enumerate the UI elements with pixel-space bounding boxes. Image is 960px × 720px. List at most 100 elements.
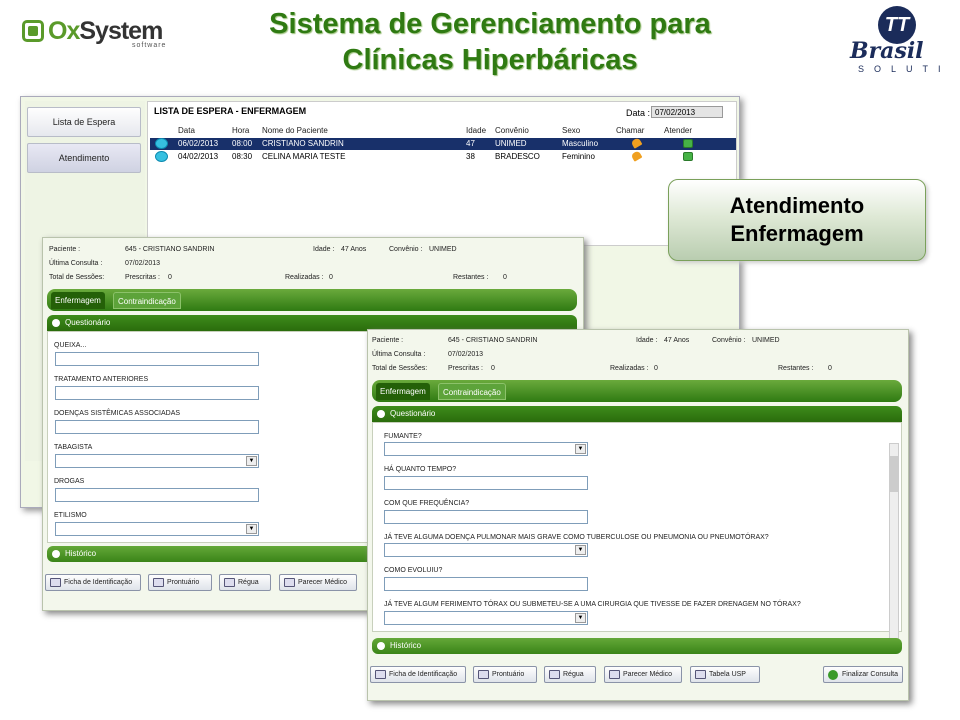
convenio-label: Convênio : xyxy=(712,337,746,344)
col-header-hora: Hora xyxy=(232,126,250,135)
logo-text-ox: Ox xyxy=(48,17,80,45)
question-label: QUEIXA... xyxy=(54,342,87,349)
ferimento-torax-select[interactable]: ▼ xyxy=(384,611,588,625)
col-header-chamar: Chamar xyxy=(616,126,645,135)
button-label: Parecer Médico xyxy=(298,579,348,586)
section-historico-label: Histórico xyxy=(390,641,422,650)
tratamento-input[interactable] xyxy=(55,386,259,400)
questionnaire-area: FUMANTE? ▼ HÁ QUANTO TEMPO? COM QUE FREQ… xyxy=(372,422,902,639)
ultima-consulta-label: Última Consulta : xyxy=(372,351,426,358)
ficha-identificacao-button[interactable]: Ficha de Identificação xyxy=(370,666,466,683)
idade-label: Idade : xyxy=(636,337,658,344)
doencas-input[interactable] xyxy=(55,420,259,434)
printer-icon xyxy=(549,670,560,679)
logo-sub: SOLUTI xyxy=(858,64,951,74)
queixa-input[interactable] xyxy=(55,352,259,366)
question-label: JÁ TEVE ALGUM FERIMENTO TÓRAX OU SUBMETE… xyxy=(384,601,801,608)
button-label: Prontuário xyxy=(492,671,525,678)
fumante-select[interactable]: ▼ xyxy=(384,442,588,456)
button-label: Ficha de Identificação xyxy=(64,579,133,586)
col-header-nome: Nome do Paciente xyxy=(262,126,328,135)
question-label: TRATAMENTO ANTERIORES xyxy=(54,376,149,383)
button-label: Finalizar Consulta xyxy=(842,671,899,678)
restantes-value: 0 xyxy=(828,365,832,372)
nursing-form-right: Paciente : 645 - CRISTIANO SANDRIN Idade… xyxy=(367,329,909,701)
section-questionario[interactable]: Questionário xyxy=(372,406,902,422)
realizadas-value: 0 xyxy=(329,274,333,281)
patient-status-icon xyxy=(155,138,168,149)
button-label: Tabela USP xyxy=(709,671,746,678)
cell-hora: 08:30 xyxy=(232,152,253,161)
tabela-usp-button[interactable]: Tabela USP xyxy=(690,666,760,683)
cell-nome: CELINA MARIA TESTE xyxy=(262,152,346,161)
attend-icon[interactable] xyxy=(683,139,693,148)
printer-icon xyxy=(609,670,620,679)
parecer-medico-button[interactable]: Parecer Médico xyxy=(604,666,682,683)
paciente-label: Paciente : xyxy=(372,337,404,344)
chevron-down-icon: ▼ xyxy=(575,444,586,454)
restantes-label: Restantes : xyxy=(778,365,814,372)
regua-button[interactable]: Régua xyxy=(219,574,271,591)
printer-icon xyxy=(153,578,164,587)
finalizar-consulta-button[interactable]: Finalizar Consulta xyxy=(823,666,903,683)
doenca-pulmonar-select[interactable]: ▼ xyxy=(384,543,588,557)
date-field[interactable]: 07/02/2013 xyxy=(651,106,723,118)
tab-enfermagem[interactable]: Enfermagem xyxy=(376,383,430,400)
question-label: HÁ QUANTO TEMPO? xyxy=(384,466,457,473)
table-row[interactable]: 04/02/2013 08:30 CELINA MARIA TESTE 38 B… xyxy=(150,150,736,163)
col-header-sexo: Sexo xyxy=(562,126,581,135)
quanto-tempo-input[interactable] xyxy=(384,476,588,490)
ficha-identificacao-button[interactable]: Ficha de Identificação xyxy=(45,574,141,591)
cell-nome: CRISTIANO SANDRIN xyxy=(262,139,344,148)
attend-icon[interactable] xyxy=(683,152,693,161)
chevron-down-icon: ▼ xyxy=(246,524,257,534)
sidebar-item-lista-espera[interactable]: Lista de Espera xyxy=(27,107,141,137)
callout-box: Atendimento Enfermagem xyxy=(668,179,926,261)
page-title: Sistema de Gerenciamento para Clínicas H… xyxy=(210,6,770,78)
call-bell-icon[interactable] xyxy=(630,150,643,162)
regua-button[interactable]: Régua xyxy=(544,666,596,683)
como-evoluiu-input[interactable] xyxy=(384,577,588,591)
cell-data: 06/02/2013 xyxy=(178,139,219,148)
table-row[interactable]: 06/02/2013 08:00 CRISTIANO SANDRIN 47 UN… xyxy=(150,137,736,150)
tab-contraindicacao[interactable]: Contraindicação xyxy=(438,383,506,400)
tab-enfermagem[interactable]: Enfermagem xyxy=(51,292,105,309)
oxsystem-logo-icon xyxy=(22,20,44,42)
cell-idade: 38 xyxy=(466,152,475,161)
section-historico[interactable]: Histórico xyxy=(372,638,902,654)
paciente-value: 645 - CRISTIANO SANDRIN xyxy=(125,246,215,253)
prescritas-value: 0 xyxy=(168,274,172,281)
prescritas-label: Prescritas : xyxy=(448,365,484,372)
cell-hora: 08:00 xyxy=(232,139,253,148)
paciente-value: 645 - CRISTIANO SANDRIN xyxy=(448,337,538,344)
sessoes-label: Total de Sessões: xyxy=(49,274,105,281)
question-label: COM QUE FREQUÊNCIA? xyxy=(384,500,470,507)
frequencia-input[interactable] xyxy=(384,510,588,524)
date-label: Data : xyxy=(626,108,651,118)
tab-contraindicacao[interactable]: Contraindicação xyxy=(113,292,181,309)
questionnaire-scrollbar[interactable] xyxy=(889,443,899,639)
prontuario-button[interactable]: Prontuário xyxy=(148,574,212,591)
drogas-input[interactable] xyxy=(55,488,259,502)
cell-sexo: Feminino xyxy=(562,152,595,161)
realizadas-value: 0 xyxy=(654,365,658,372)
col-header-data: Data xyxy=(178,126,195,135)
prontuario-button[interactable]: Prontuário xyxy=(473,666,537,683)
tabagista-select[interactable]: ▼ xyxy=(55,454,259,468)
title-line-2: Clínicas Hiperbáricas xyxy=(342,44,638,76)
expand-icon xyxy=(52,319,60,327)
chevron-down-icon: ▼ xyxy=(246,456,257,466)
scrollbar-thumb[interactable] xyxy=(890,456,898,492)
sidebar-item-atendimento[interactable]: Atendimento xyxy=(27,143,141,173)
question-label: DOENÇAS SISTÊMICAS ASSOCIADAS xyxy=(54,410,181,417)
ultima-consulta-value: 07/02/2013 xyxy=(448,351,484,358)
printer-icon xyxy=(50,578,61,587)
idade-value: 47 Anos xyxy=(664,337,690,344)
cell-data: 04/02/2013 xyxy=(178,152,219,161)
expand-icon xyxy=(377,642,385,650)
etilismo-select[interactable]: ▼ xyxy=(55,522,259,536)
idade-label: Idade : xyxy=(313,246,335,253)
prescritas-label: Prescritas : xyxy=(125,274,161,281)
parecer-medico-button[interactable]: Parecer Médico xyxy=(279,574,357,591)
call-bell-icon[interactable] xyxy=(630,137,643,149)
